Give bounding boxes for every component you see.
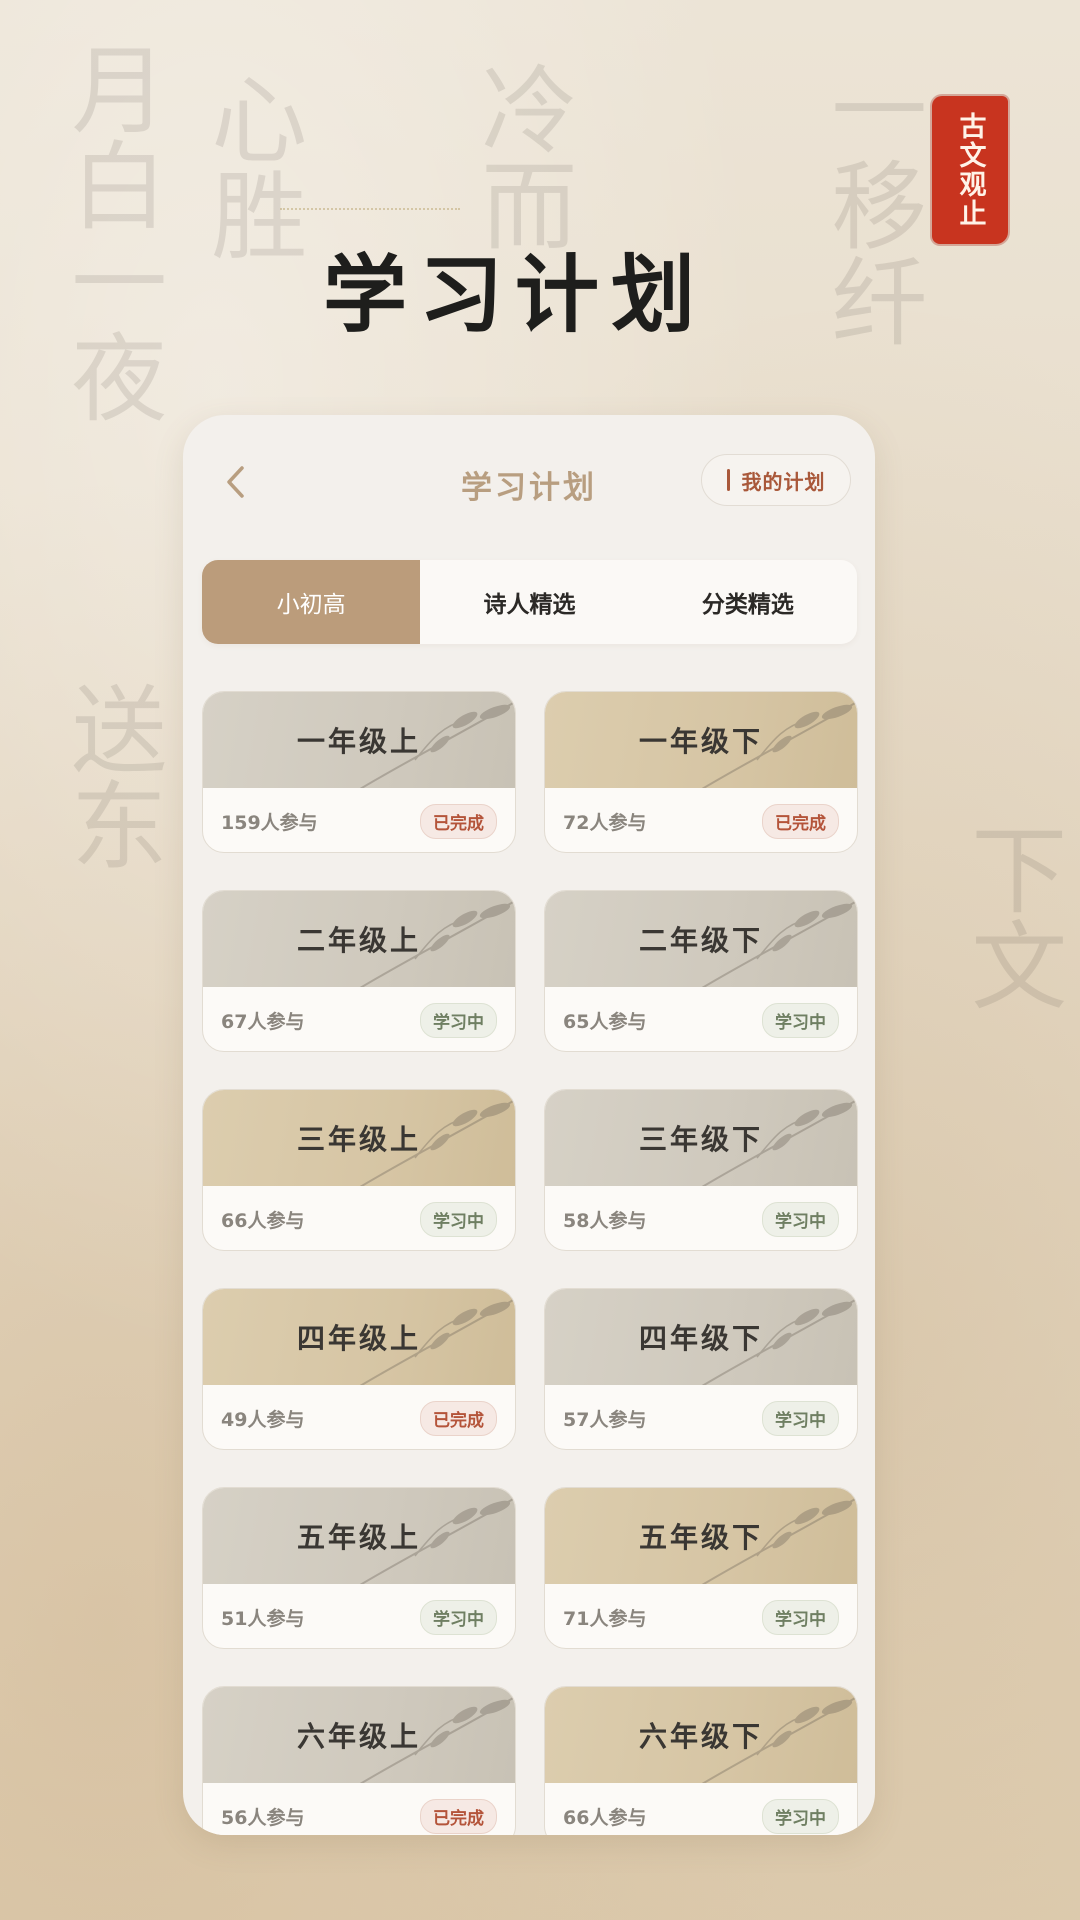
grade-title: 一年级下 (638, 725, 763, 758)
participant-count: 51人参与 (221, 1607, 305, 1630)
my-plan-button[interactable]: 我的计划 (701, 454, 851, 506)
card-cover: 一年级下 (545, 692, 857, 788)
participant-count: 56人参与 (221, 1806, 305, 1829)
participant-count: 72人参与 (563, 811, 647, 834)
card-footer: 57人参与 学习中 (545, 1385, 857, 1449)
participant-count: 57人参与 (563, 1408, 647, 1431)
tab-poet-selection[interactable]: 诗人精选 (420, 560, 638, 644)
grade-title: 三年级下 (638, 1123, 763, 1156)
card-footer: 58人参与 学习中 (545, 1186, 857, 1250)
navigation-bar: 学习计划 我的计划 (183, 415, 875, 545)
card-cover: 四年级下 (545, 1289, 857, 1385)
my-plan-label: 我的计划 (741, 469, 826, 494)
my-plan-marker (726, 469, 730, 491)
grade-title: 四年级上 (296, 1322, 421, 1355)
status-badge: 学习中 (762, 1798, 839, 1834)
grade-title: 二年级下 (638, 924, 763, 957)
category-tabs: 小初高 诗人精选 分类精选 (202, 560, 857, 644)
status-badge: 学习中 (420, 1201, 497, 1237)
grade-title: 一年级上 (296, 725, 421, 758)
grade-title: 三年级上 (296, 1123, 421, 1156)
participant-count: 66人参与 (563, 1806, 647, 1829)
app-seal-logo: 古文观止 (932, 96, 1008, 244)
calligraphy-decoration: 冷而 (464, 60, 577, 252)
participant-count: 67人参与 (221, 1010, 305, 1033)
status-badge: 学习中 (762, 1599, 839, 1635)
calligraphy-decoration: 送东 (54, 680, 167, 872)
calligraphy-decoration: 下文 (954, 820, 1067, 1012)
grade-card[interactable]: 五年级上 51人参与 学习中 (202, 1487, 516, 1649)
card-cover: 四年级上 (203, 1289, 515, 1385)
tab-primary-secondary[interactable]: 小初高 (202, 560, 421, 644)
card-cover: 六年级下 (545, 1687, 857, 1783)
card-cover: 二年级上 (203, 891, 515, 987)
seal-text: 古文观止 (954, 112, 986, 228)
grade-card[interactable]: 一年级上 159人参与 已完成 (202, 691, 516, 853)
card-footer: 71人参与 学习中 (545, 1584, 857, 1648)
status-badge: 已完成 (420, 1798, 497, 1834)
grade-title: 六年级上 (296, 1720, 421, 1753)
title-ornament (280, 208, 460, 216)
grade-card[interactable]: 二年级下 65人参与 学习中 (544, 890, 858, 1052)
grade-title: 二年级上 (296, 924, 421, 957)
card-footer: 67人参与 学习中 (203, 987, 515, 1051)
status-badge: 学习中 (762, 1201, 839, 1237)
grade-card[interactable]: 二年级上 67人参与 学习中 (202, 890, 516, 1052)
participant-count: 159人参与 (221, 811, 318, 834)
participant-count: 58人参与 (563, 1209, 647, 1232)
card-footer: 72人参与 已完成 (545, 788, 857, 852)
status-badge: 已完成 (420, 1400, 497, 1436)
card-cover: 二年级下 (545, 891, 857, 987)
card-footer: 66人参与 学习中 (203, 1186, 515, 1250)
card-footer: 65人参与 学习中 (545, 987, 857, 1051)
page-heading: 学习计划 (322, 245, 707, 344)
grade-title: 四年级下 (638, 1322, 763, 1355)
card-cover: 五年级下 (545, 1488, 857, 1584)
grade-card[interactable]: 三年级下 58人参与 学习中 (544, 1089, 858, 1251)
grade-card[interactable]: 四年级下 57人参与 学习中 (544, 1288, 858, 1450)
status-badge: 已完成 (762, 803, 839, 839)
participant-count: 65人参与 (563, 1010, 647, 1033)
card-cover: 五年级上 (203, 1488, 515, 1584)
card-footer: 51人参与 学习中 (203, 1584, 515, 1648)
plan-panel: 学习计划 我的计划 小初高 诗人精选 分类精选 一年级上 159人参与 已完成 一年级… (183, 415, 875, 1835)
status-badge: 学习中 (420, 1599, 497, 1635)
card-cover: 六年级上 (203, 1687, 515, 1783)
status-badge: 已完成 (420, 803, 497, 839)
grade-card[interactable]: 六年级上 56人参与 已完成 (202, 1686, 516, 1835)
participant-count: 66人参与 (221, 1209, 305, 1232)
grade-card[interactable]: 一年级下 72人参与 已完成 (544, 691, 858, 853)
tab-category-selection[interactable]: 分类精选 (639, 560, 857, 644)
card-cover: 三年级上 (203, 1090, 515, 1186)
card-footer: 159人参与 已完成 (203, 788, 515, 852)
grade-card[interactable]: 五年级下 71人参与 学习中 (544, 1487, 858, 1649)
card-cover: 一年级上 (203, 692, 515, 788)
status-badge: 学习中 (762, 1400, 839, 1436)
grade-title: 五年级上 (296, 1521, 421, 1554)
participant-count: 49人参与 (221, 1408, 305, 1431)
grade-card[interactable]: 六年级下 66人参与 学习中 (544, 1686, 858, 1835)
status-badge: 学习中 (420, 1002, 497, 1038)
grade-title: 五年级下 (638, 1521, 763, 1554)
participant-count: 71人参与 (563, 1607, 647, 1630)
card-cover: 三年级下 (545, 1090, 857, 1186)
grade-card[interactable]: 三年级上 66人参与 学习中 (202, 1089, 516, 1251)
grade-card[interactable]: 四年级上 49人参与 已完成 (202, 1288, 516, 1450)
grade-title: 六年级下 (638, 1720, 763, 1753)
card-footer: 66人参与 学习中 (545, 1783, 857, 1835)
card-footer: 49人参与 已完成 (203, 1385, 515, 1449)
card-footer: 56人参与 已完成 (203, 1783, 515, 1835)
status-badge: 学习中 (762, 1002, 839, 1038)
